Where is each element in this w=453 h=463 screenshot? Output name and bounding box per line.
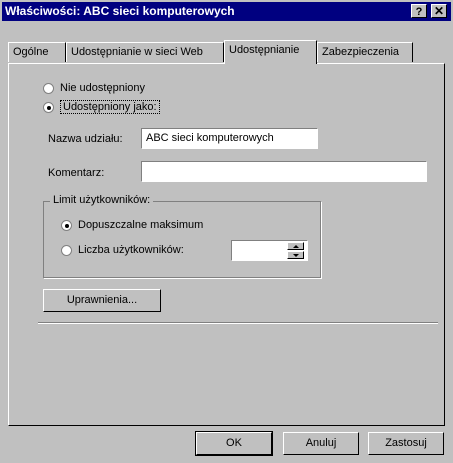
not-shared-radio[interactable]: Nie udostępniony xyxy=(43,82,145,94)
permissions-underline xyxy=(38,322,438,324)
spin-buttons xyxy=(287,242,306,261)
sharing-panel: Nie udostępniony Udostępniony jako: Nazw… xyxy=(8,63,445,426)
tab-web-sharing[interactable]: Udostępnianie w sieci Web xyxy=(66,42,224,62)
permissions-button[interactable]: Uprawnienia... xyxy=(43,289,161,312)
close-icon: ✕ xyxy=(433,4,445,18)
comment-label: Komentarz: xyxy=(48,167,105,179)
user-limit-group: Limit użytkowników: Dopuszczalne maksimu… xyxy=(43,194,321,278)
share-name-label: Nazwa udziału: xyxy=(48,133,123,145)
properties-dialog: Właściwości: ABC sieci komputerowych ? ✕… xyxy=(0,0,453,463)
share-name-field[interactable]: ABC sieci komputerowych xyxy=(141,128,318,149)
apply-button[interactable]: Zastosuj xyxy=(368,432,444,455)
tab-web-sharing-label: Udostępnianie w sieci Web xyxy=(71,46,203,58)
cancel-button[interactable]: Anuluj xyxy=(283,432,359,455)
comment-field[interactable] xyxy=(141,161,427,182)
tab-sharing-label: Udostępnianie xyxy=(229,44,300,56)
user-count-spinner[interactable] xyxy=(231,240,308,261)
maximum-radio-dot[interactable] xyxy=(61,219,72,231)
user-limit-title: Limit użytkowników: xyxy=(50,194,154,206)
shared-as-label: Udostępniony jako: xyxy=(60,100,160,114)
help-button[interactable]: ? xyxy=(411,4,427,18)
maximum-radio[interactable]: Dopuszczalne maksimum xyxy=(61,219,203,231)
close-button[interactable]: ✕ xyxy=(431,4,447,18)
tab-security-label: Zabezpieczenia xyxy=(322,46,400,58)
user-count-label: Liczba użytkowników: xyxy=(78,244,184,256)
shared-as-radio-dot[interactable] xyxy=(43,101,54,113)
shared-as-radio[interactable]: Udostępniony jako: xyxy=(43,100,160,114)
tab-general-label: Ogólne xyxy=(13,46,49,58)
window-title: Właściwości: ABC sieci komputerowych xyxy=(5,4,235,18)
tab-security[interactable]: Zabezpieczenia xyxy=(317,42,413,62)
user-count-radio-dot[interactable] xyxy=(61,244,72,256)
title-bar[interactable]: Właściwości: ABC sieci komputerowych ? ✕ xyxy=(2,2,451,21)
not-shared-label: Nie udostępniony xyxy=(60,82,146,94)
spin-down-button[interactable] xyxy=(287,251,304,259)
tab-sharing[interactable]: Udostępnianie xyxy=(224,40,317,64)
tab-general[interactable]: Ogólne xyxy=(8,42,66,62)
spin-up-button[interactable] xyxy=(287,242,304,250)
user-count-radio[interactable]: Liczba użytkowników: xyxy=(61,244,184,256)
maximum-label: Dopuszczalne maksimum xyxy=(78,219,204,231)
ok-button[interactable]: OK xyxy=(196,432,272,455)
not-shared-radio-dot[interactable] xyxy=(43,82,54,94)
